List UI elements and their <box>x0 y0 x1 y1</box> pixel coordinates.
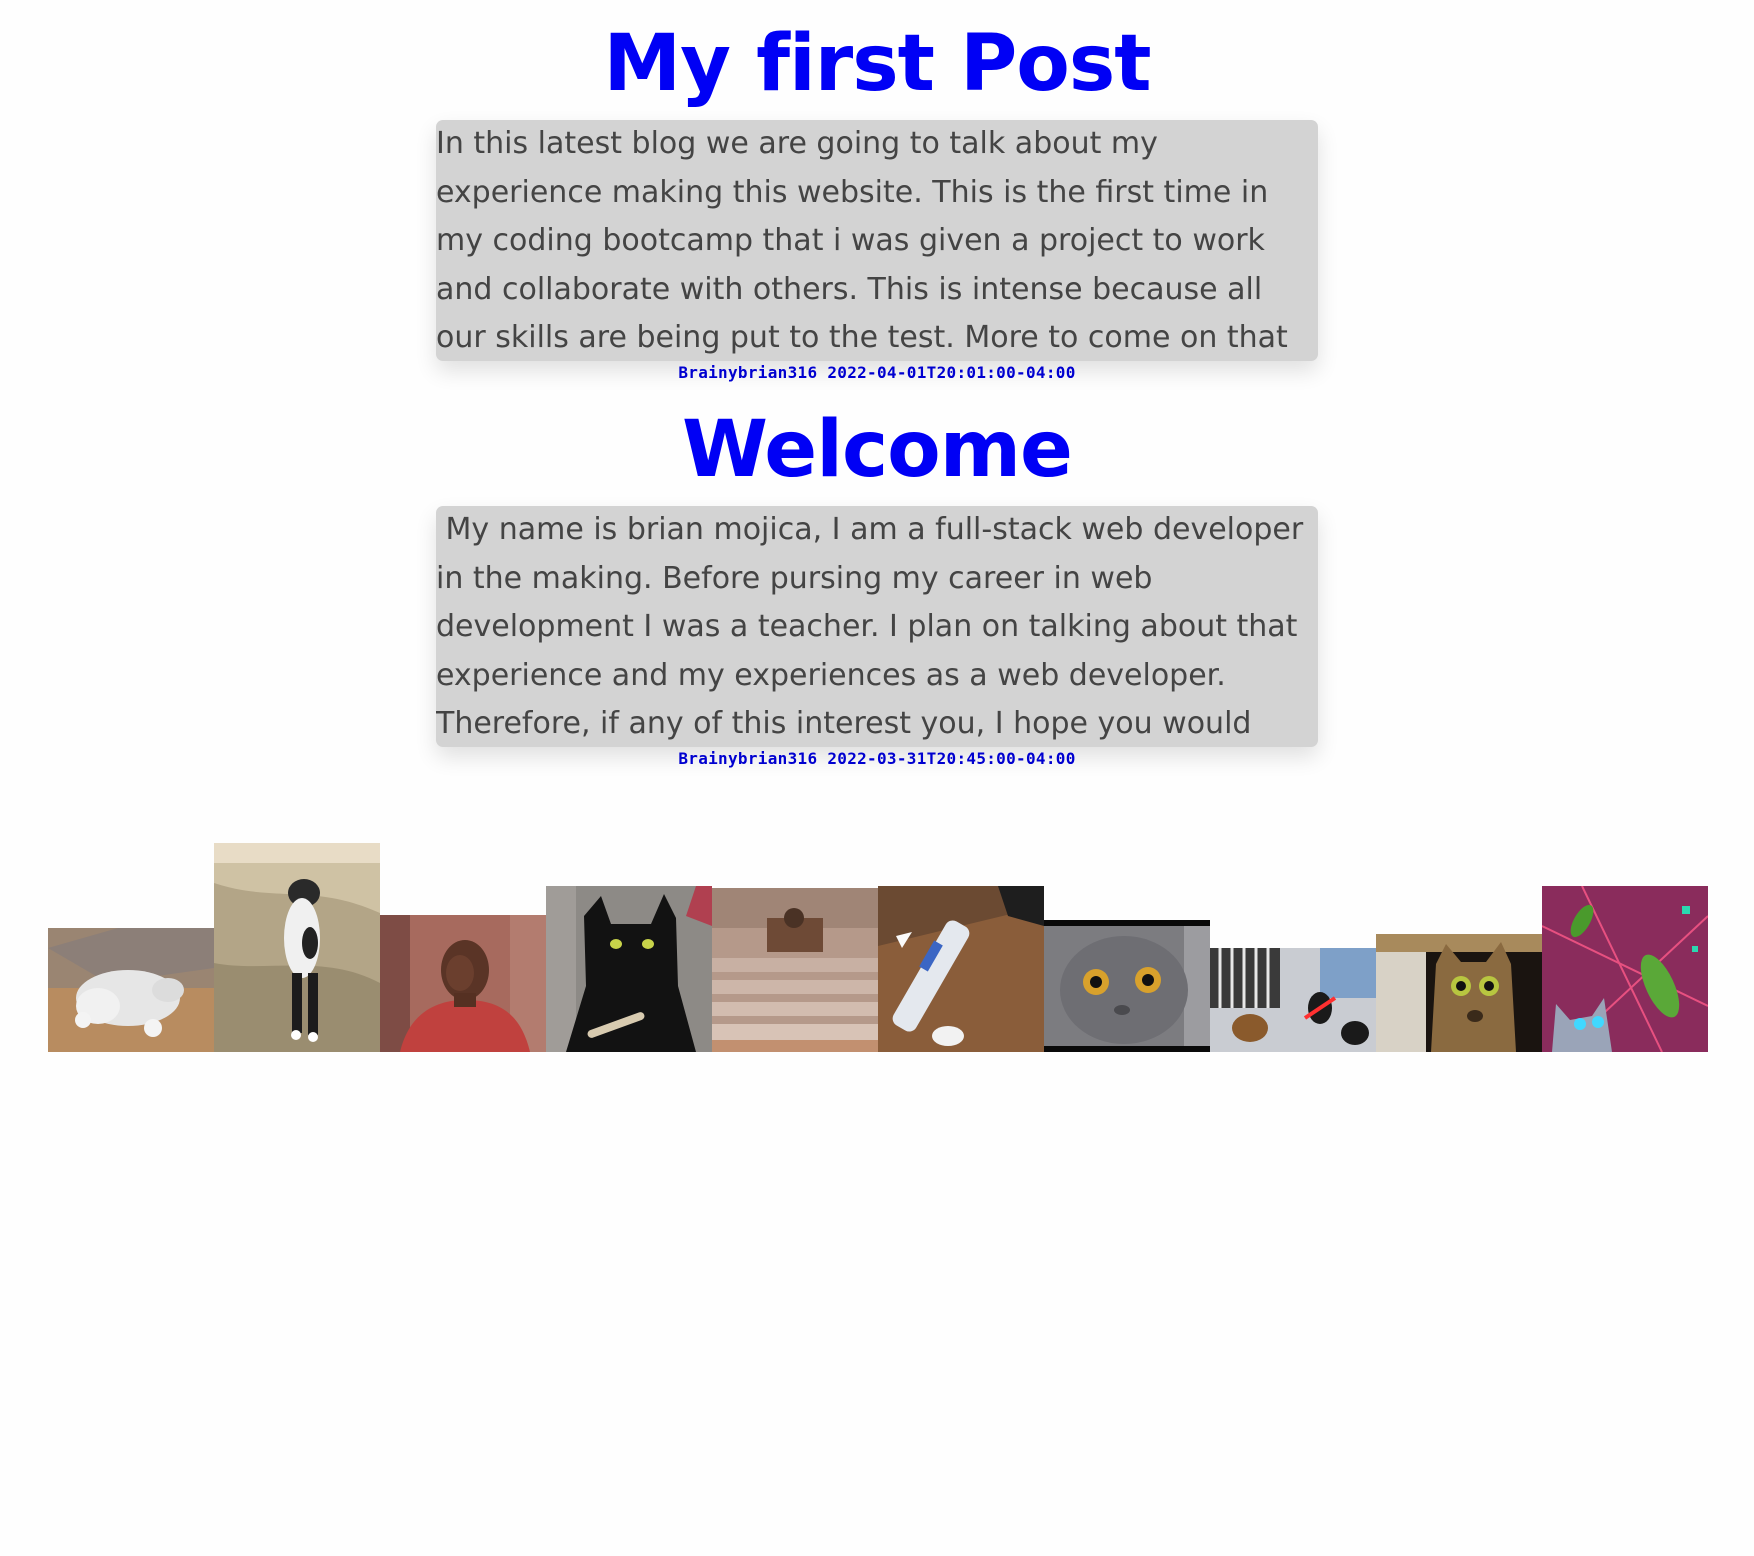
cat-in-box-stairs-gif <box>712 888 878 1052</box>
standing-cat-gif <box>214 843 380 1052</box>
post-date: 2022-03-31T20:45:00-04:00 <box>827 749 1076 768</box>
post-meta: Brainybrian316 2022-03-31T20:45:00-04:00 <box>0 749 1754 769</box>
post-content: My name is brian mojica, I am a full-sta… <box>436 506 1318 747</box>
white-cat-rolling-gif <box>48 928 214 1052</box>
black-cat-gif <box>546 886 712 1052</box>
post-date: 2022-04-01T20:01:00-04:00 <box>827 363 1076 382</box>
blog-post: Welcome My name is brian mojica, I am a … <box>0 400 1754 769</box>
space-cat-pickles-gif <box>1542 886 1708 1052</box>
post-meta: Brainybrian316 2022-04-01T20:01:00-04:00 <box>0 363 1754 383</box>
man-red-shirt-gif <box>380 915 546 1052</box>
blog-page: My first Post In this latest blog we are… <box>0 0 1754 1556</box>
post-title[interactable]: My first Post <box>0 14 1754 114</box>
cats-lightsaber-gif <box>1210 948 1376 1052</box>
post-author: Brainybrian316 <box>678 749 818 768</box>
cat-vacuum-gif <box>878 886 1044 1052</box>
gif-gallery <box>48 836 1716 1052</box>
post-title[interactable]: Welcome <box>0 400 1754 500</box>
post-author: Brainybrian316 <box>678 363 818 382</box>
blog-post: My first Post In this latest blog we are… <box>0 14 1754 383</box>
post-content: In this latest blog we are going to talk… <box>436 120 1318 361</box>
tabby-cat-surprised-gif <box>1376 934 1542 1052</box>
grey-cat-surprised-gif <box>1044 920 1210 1052</box>
